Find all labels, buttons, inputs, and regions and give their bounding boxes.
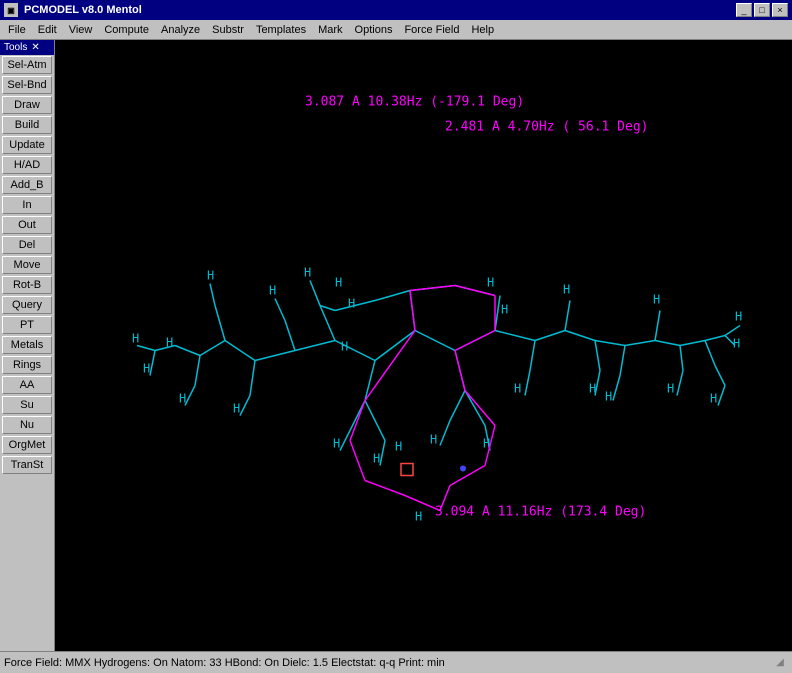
- menu-compute[interactable]: Compute: [98, 22, 155, 38]
- minimize-button[interactable]: _: [736, 3, 752, 17]
- sidebar-metals[interactable]: Metals: [2, 336, 52, 354]
- svg-text:H: H: [207, 269, 214, 283]
- sidebar-orgmet[interactable]: OrgMet: [2, 436, 52, 454]
- canvas-area[interactable]: 3.087 A 10.38Hz (-179.1 Deg) 2.481 A 4.7…: [55, 40, 792, 651]
- svg-text:H: H: [395, 440, 402, 454]
- sidebar-sel-atm[interactable]: Sel-Atm: [2, 56, 52, 74]
- molecule-display: 3.087 A 10.38Hz (-179.1 Deg) 2.481 A 4.7…: [55, 40, 792, 651]
- svg-text:H: H: [415, 510, 422, 524]
- svg-text:H: H: [735, 310, 742, 324]
- annotation-1: 3.087 A 10.38Hz (-179.1 Deg): [305, 95, 524, 110]
- annotation-2: 2.481 A 4.70Hz ( 56.1 Deg): [445, 120, 649, 135]
- hydrogen-labels-cyan: H H H H H H H H H H H H H H H H H H H H: [132, 266, 742, 466]
- menu-help[interactable]: Help: [465, 22, 500, 38]
- magenta-bonds: [350, 286, 495, 511]
- status-text: Force Field: MMX Hydrogens: On Natom: 33…: [4, 657, 445, 669]
- svg-text:H: H: [233, 402, 240, 416]
- title-bar: ▣ PCMODEL v8.0 Mentol _ □ ×: [0, 0, 792, 20]
- sidebar-add-b[interactable]: Add_B: [2, 176, 52, 194]
- title-bar-controls[interactable]: _ □ ×: [736, 3, 788, 17]
- svg-text:H: H: [373, 452, 380, 466]
- svg-text:H: H: [563, 283, 570, 297]
- menu-edit[interactable]: Edit: [32, 22, 63, 38]
- menu-mark[interactable]: Mark: [312, 22, 348, 38]
- close-button[interactable]: ×: [772, 3, 788, 17]
- title-bar-left: ▣ PCMODEL v8.0 Mentol: [4, 3, 142, 17]
- svg-text:H: H: [304, 266, 311, 280]
- atom-marker-2: [460, 466, 466, 472]
- sidebar-in[interactable]: In: [2, 196, 52, 214]
- hydrogen-labels-lower: H H: [395, 440, 422, 524]
- app-icon: ▣: [4, 3, 18, 17]
- menu-substr[interactable]: Substr: [206, 22, 250, 38]
- svg-text:H: H: [501, 303, 508, 317]
- sidebar-move[interactable]: Move: [2, 256, 52, 274]
- svg-text:H: H: [487, 276, 494, 290]
- sidebar-had[interactable]: H/AD: [2, 156, 52, 174]
- svg-text:H: H: [166, 336, 173, 350]
- sidebar-transt[interactable]: TranSt: [2, 456, 52, 474]
- menu-view[interactable]: View: [63, 22, 99, 38]
- menu-analyze[interactable]: Analyze: [155, 22, 206, 38]
- sidebar-update[interactable]: Update: [2, 136, 52, 154]
- svg-text:H: H: [653, 293, 660, 307]
- sidebar-title: Tools: [4, 42, 27, 53]
- svg-text:H: H: [269, 284, 276, 298]
- sidebar-header: Tools ✕: [0, 40, 54, 55]
- menu-options[interactable]: Options: [349, 22, 399, 38]
- svg-text:H: H: [348, 297, 355, 311]
- sidebar-del[interactable]: Del: [2, 236, 52, 254]
- sidebar-sel-bnd[interactable]: Sel-Bnd: [2, 76, 52, 94]
- svg-text:H: H: [667, 382, 674, 396]
- main-layout: Tools ✕ Sel-Atm Sel-Bnd Draw Build Updat…: [0, 40, 792, 651]
- sidebar-query[interactable]: Query: [2, 296, 52, 314]
- svg-text:H: H: [710, 392, 717, 406]
- sidebar-draw[interactable]: Draw: [2, 96, 52, 114]
- svg-text:H: H: [733, 337, 740, 351]
- sidebar-pt[interactable]: PT: [2, 316, 52, 334]
- svg-text:H: H: [605, 390, 612, 404]
- sidebar: Tools ✕ Sel-Atm Sel-Bnd Draw Build Updat…: [0, 40, 55, 651]
- sidebar-close-icon[interactable]: ✕: [31, 42, 39, 53]
- sidebar-rings[interactable]: Rings: [2, 356, 52, 374]
- sidebar-rot-b[interactable]: Rot-B: [2, 276, 52, 294]
- svg-text:H: H: [132, 332, 139, 346]
- sidebar-aa[interactable]: AA: [2, 376, 52, 394]
- svg-text:H: H: [514, 382, 521, 396]
- svg-text:H: H: [341, 340, 348, 354]
- svg-text:H: H: [335, 276, 342, 290]
- menu-templates[interactable]: Templates: [250, 22, 312, 38]
- menu-forcefield[interactable]: Force Field: [398, 22, 465, 38]
- resize-grip: ◢: [772, 655, 788, 671]
- sidebar-out[interactable]: Out: [2, 216, 52, 234]
- maximize-button[interactable]: □: [754, 3, 770, 17]
- svg-text:H: H: [589, 382, 596, 396]
- svg-text:H: H: [333, 437, 340, 451]
- sidebar-su[interactable]: Su: [2, 396, 52, 414]
- atom-marker-1: [401, 464, 413, 476]
- sidebar-build[interactable]: Build: [2, 116, 52, 134]
- cyan-bonds: [137, 281, 740, 466]
- annotation-3: 3.094 A 11.16Hz (173.4 Deg): [435, 505, 646, 520]
- svg-text:H: H: [430, 433, 437, 447]
- sidebar-nu[interactable]: Nu: [2, 416, 52, 434]
- status-bar: Force Field: MMX Hydrogens: On Natom: 33…: [0, 651, 792, 673]
- svg-text:H: H: [179, 392, 186, 406]
- menu-bar: File Edit View Compute Analyze Substr Te…: [0, 20, 792, 40]
- menu-file[interactable]: File: [2, 22, 32, 38]
- svg-text:H: H: [143, 362, 150, 376]
- title-text: PCMODEL v8.0 Mentol: [24, 4, 142, 16]
